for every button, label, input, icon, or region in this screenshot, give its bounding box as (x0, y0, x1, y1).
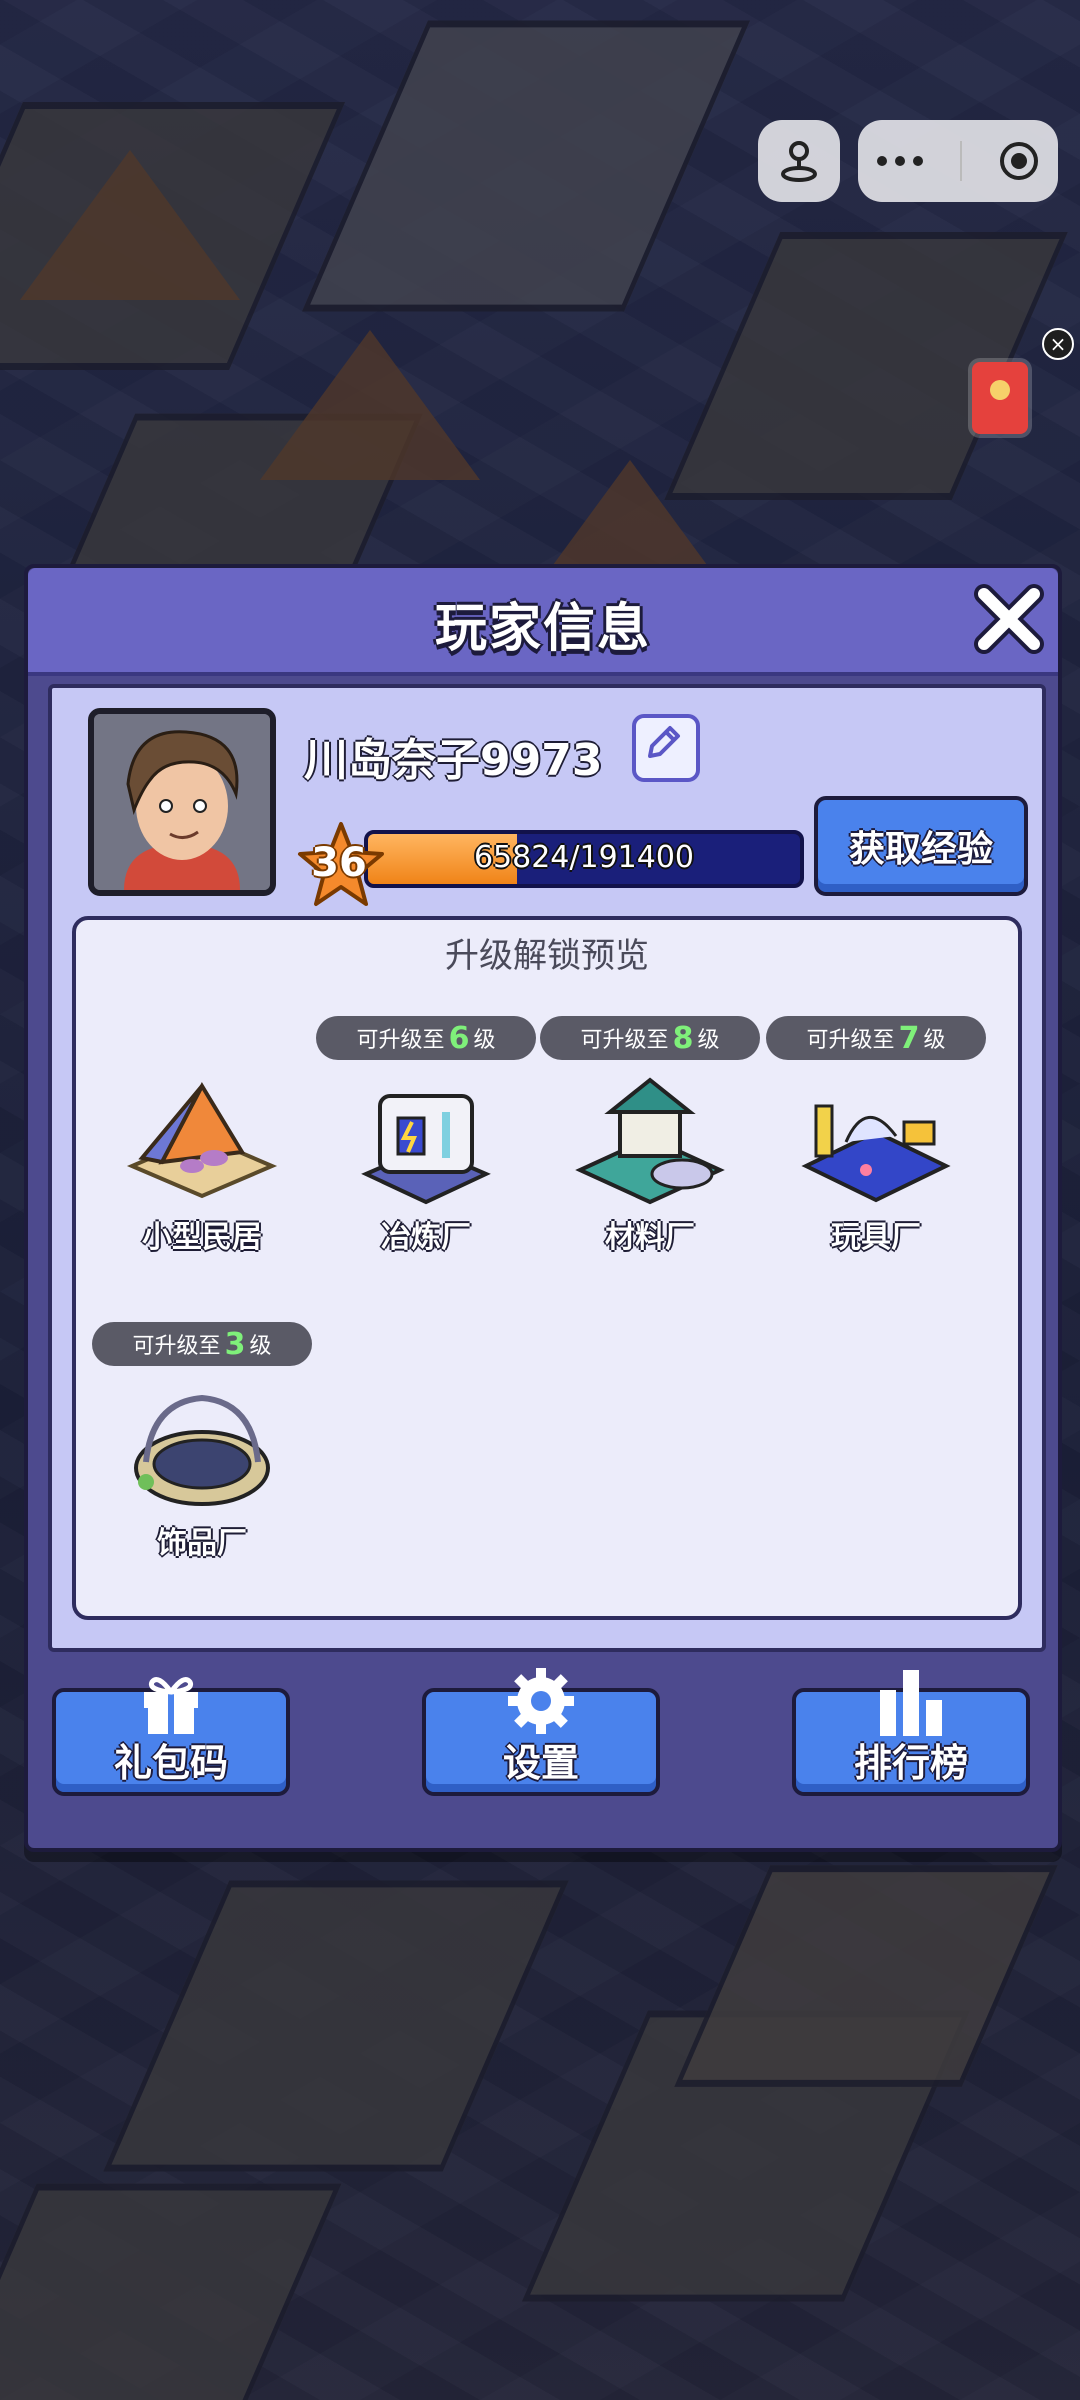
settings-button[interactable]: 设置 (422, 1668, 660, 1796)
gift-icon (144, 1677, 198, 1734)
player-info-dialog: 玩家信息 川岛奈子9973 65824/191400 36 获取经验 升级解锁预… (24, 564, 1062, 1852)
profile-capsule-button[interactable] (758, 120, 840, 202)
upgrade-unlock-preview: 升级解锁预览 小型民居 可升级至 6 级 冶炼厂 可升级至 8 级 材料厂 可升… (72, 916, 1022, 1620)
dialog-header: 玩家信息 (28, 568, 1058, 676)
more-icon[interactable] (875, 154, 925, 168)
building-name: 玩具厂 (831, 1220, 921, 1255)
building-smelter[interactable]: 可升级至 6 级 冶炼厂 (316, 1016, 536, 1256)
building-small-house[interactable]: 小型民居 (92, 1016, 312, 1256)
gift-code-label: 礼包码 (113, 1741, 228, 1785)
get-exp-button[interactable]: 获取经验 (814, 796, 1028, 896)
building-name: 材料厂 (605, 1220, 695, 1255)
pill-level: 8 (672, 1020, 694, 1056)
edit-name-button[interactable] (632, 714, 700, 782)
building-name: 小型民居 (142, 1220, 262, 1255)
red-packet-close-icon[interactable]: × (1042, 328, 1074, 360)
close-miniprogram-icon[interactable] (997, 139, 1041, 183)
small-house-icon (126, 1081, 278, 1199)
avatar (88, 708, 276, 896)
building-toy-factory[interactable]: 可升级至 7 级 玩具厂 (766, 1016, 986, 1256)
gear-icon (508, 1668, 574, 1734)
accessory-factory-icon (134, 1394, 270, 1506)
pill-suffix: 级 (249, 1334, 272, 1359)
player-info-panel: 川岛奈子9973 65824/191400 36 获取经验 升级解锁预览 小型民… (48, 684, 1046, 1652)
leaderboard-label: 排行榜 (853, 1741, 968, 1785)
menu-capsule (858, 120, 1058, 202)
material-factory-icon (575, 1077, 725, 1205)
building-name: 饰品厂 (157, 1526, 247, 1561)
toy-factory-icon (801, 1104, 951, 1203)
dialog-title: 玩家信息 (434, 599, 651, 659)
upgrade-pill: 可升级至 6 级 (316, 1016, 536, 1060)
pill-level: 6 (448, 1020, 470, 1056)
pill-suffix: 级 (923, 1028, 946, 1053)
pill-level: 7 (898, 1020, 920, 1056)
pill-prefix: 可升级至 (132, 1334, 221, 1359)
pill-suffix: 级 (697, 1028, 720, 1053)
pill-prefix: 可升级至 (356, 1028, 445, 1053)
close-icon[interactable] (972, 582, 1046, 656)
gift-code-button[interactable]: 礼包码 (52, 1677, 290, 1796)
upgrade-pill: 可升级至 3 级 (92, 1322, 312, 1366)
pill-suffix: 级 (473, 1028, 496, 1053)
player-name: 川岛奈子9973 (304, 735, 603, 786)
building-accessory-factory[interactable]: 可升级至 3 级 饰品厂 (92, 1322, 312, 1562)
exp-text: 65824/191400 (473, 840, 695, 875)
joystick-icon (781, 141, 817, 182)
bar-chart-icon (880, 1670, 942, 1736)
player-level: 36 (311, 840, 367, 886)
exp-progress-bar: 65824/191400 (364, 830, 804, 888)
avatar-portrait (94, 714, 270, 890)
upgrade-pill: 可升级至 8 级 (540, 1016, 760, 1060)
red-packet-icon[interactable] (972, 362, 1028, 434)
smelter-icon (361, 1094, 491, 1205)
pencil-icon (648, 726, 680, 758)
leaderboard-button[interactable]: 排行榜 (792, 1670, 1030, 1796)
upgrade-pill: 可升级至 7 级 (766, 1016, 986, 1060)
building-material-factory[interactable]: 可升级至 8 级 材料厂 (540, 1016, 760, 1256)
pill-prefix: 可升级至 (580, 1028, 669, 1053)
settings-label: 设置 (502, 1741, 579, 1785)
pill-prefix: 可升级至 (806, 1028, 895, 1053)
pill-level: 3 (224, 1326, 246, 1362)
building-name: 冶炼厂 (381, 1220, 471, 1255)
preview-title: 升级解锁预览 (445, 936, 649, 976)
